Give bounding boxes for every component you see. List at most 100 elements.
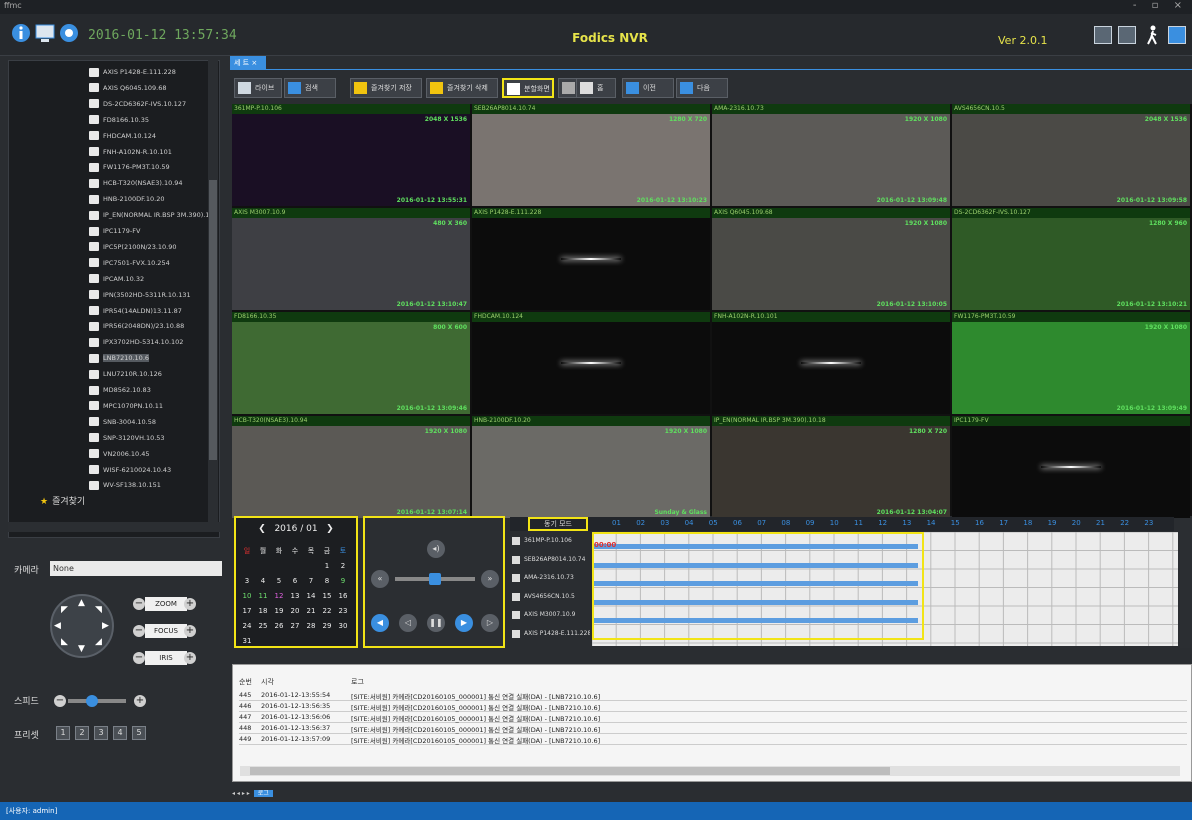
speed-minus-button[interactable]: −: [54, 695, 66, 707]
timeline-camera[interactable]: AVS4656CN.10.5: [510, 588, 590, 606]
tree-item[interactable]: IPR56(2048DN)/23.10.88: [89, 319, 184, 333]
video-cell[interactable]: AMA-2316.10.73 1920 X 1080 2016-01-12 13:0…: [712, 104, 950, 206]
calendar-day[interactable]: 2: [336, 562, 350, 570]
tree-item[interactable]: IP_EN(NORMAL IR.BSP 3M.390).10.: [89, 208, 216, 222]
tree-item[interactable]: LNB7210.10.6: [89, 351, 150, 365]
layout-small-button[interactable]: [1094, 26, 1112, 44]
tree-item[interactable]: MD8562.10.83: [89, 383, 151, 397]
tree-item[interactable]: HNB-2100DF.10.20: [89, 192, 164, 206]
focus-minus-button[interactable]: −: [133, 625, 145, 637]
tree-item[interactable]: FD8166.10.35: [89, 113, 149, 127]
tree-item[interactable]: SNB-3004.10.58: [89, 415, 156, 429]
calendar-day[interactable]: 30: [336, 622, 350, 630]
next-button[interactable]: 다음: [676, 78, 728, 98]
step-forward-icon[interactable]: ▷: [481, 614, 499, 632]
video-cell[interactable]: AXIS Q6045.109.68 1920 X 1080 2016-01-12 1…: [712, 208, 950, 310]
video-cell[interactable]: HCB-T320(NSAE3).10.94 1920 X 1080 2016-01-…: [232, 416, 470, 518]
tree-item[interactable]: IPR54(14ALDN)13.11.87: [89, 304, 182, 318]
tree-item[interactable]: IPC5P(2100N/23.10.90: [89, 240, 177, 254]
checkbox[interactable]: [512, 537, 520, 545]
video-cell[interactable]: IP_EN(NORMAL IR.BSP 3M.390).10.18 1280 X …: [712, 416, 950, 518]
log-row[interactable]: 449 2016-01-12-13:57:09 [SITE:서비원] 카메라[CD2…: [239, 735, 1187, 745]
log-row[interactable]: 447 2016-01-12-13:56:06 [SITE:서비원] 카메라[CD2…: [239, 713, 1187, 723]
speed-plus-button[interactable]: +: [134, 695, 146, 707]
tree-item[interactable]: FW1176-PM3T.10.59: [89, 160, 170, 174]
settings-gear-icon[interactable]: [58, 22, 80, 44]
calendar-day[interactable]: 15: [320, 592, 334, 600]
video-cell[interactable]: AVS4656CN.10.5 2048 X 1536 2016-01-12 13:0…: [952, 104, 1190, 206]
timeline-camera[interactable]: AMA-2316.10.73: [510, 569, 590, 587]
video-cell[interactable]: DS-2CD6362F-IVS.10.127 1280 X 960 2016-01-…: [952, 208, 1190, 310]
tree-item[interactable]: IPC7501-FVX.10.254: [89, 256, 170, 270]
tab-main[interactable]: 세 트 ×: [230, 56, 266, 70]
video-cell[interactable]: FHDCAM.10.124: [472, 312, 710, 414]
audio-icon[interactable]: ◂): [427, 540, 445, 558]
calendar-day[interactable]: 10: [240, 592, 254, 600]
split-screen-button[interactable]: 분할화면: [502, 78, 554, 98]
prev-month-icon[interactable]: ❮: [258, 524, 266, 534]
iris-plus-button[interactable]: +: [184, 652, 196, 664]
calendar-day[interactable]: 5: [272, 577, 286, 585]
calendar-day[interactable]: 22: [320, 607, 334, 615]
calendar-day[interactable]: 3: [240, 577, 254, 585]
calendar-day[interactable]: 7: [304, 577, 318, 585]
calendar-day[interactable]: 14: [304, 592, 318, 600]
info-user-icon[interactable]: [10, 22, 32, 44]
timeline-camera[interactable]: AXIS M3007.10.9: [510, 606, 590, 624]
tree-item[interactable]: LNU7210R.10.126: [89, 367, 162, 381]
log-row[interactable]: 448 2016-01-12-13:56:37 [SITE:서비원] 카메라[CD2…: [239, 724, 1187, 734]
tree-item[interactable]: DS-2CD6362F-IVS.10.127: [89, 97, 186, 111]
timeline-camera[interactable]: AXIS P1428-E.111.228: [510, 625, 590, 643]
calendar-day[interactable]: 24: [240, 622, 254, 630]
calendar-day[interactable]: 4: [256, 577, 270, 585]
preset-button[interactable]: 3: [94, 726, 108, 740]
video-cell[interactable]: AXIS M3007.10.9 480 X 360 2016-01-12 13:10…: [232, 208, 470, 310]
tree-item[interactable]: IPCAM.10.32: [89, 272, 144, 286]
zoom-plus-button[interactable]: +: [184, 598, 196, 610]
tree-item[interactable]: WV-SF138.10.151: [89, 478, 161, 492]
calendar-day[interactable]: 23: [336, 607, 350, 615]
timeline-scrollbar[interactable]: [1180, 518, 1192, 648]
timeline-camera[interactable]: 361MP-P.10.106: [510, 532, 590, 550]
video-cell[interactable]: IPC1179-FV: [952, 416, 1190, 518]
tree-item[interactable]: MPC1070PN.10.11: [89, 399, 163, 413]
tree-item[interactable]: VN2006.10.45: [89, 447, 150, 461]
calendar-day[interactable]: 29: [320, 622, 334, 630]
checkbox[interactable]: [512, 574, 520, 582]
play-icon[interactable]: ▶: [455, 614, 473, 632]
tree-item[interactable]: WISF-6210024.10.43: [89, 463, 171, 477]
calendar-day[interactable]: 11: [256, 592, 270, 600]
person-walk-icon[interactable]: [1142, 24, 1164, 46]
tree-favorites[interactable]: ★ 즐겨찾기: [40, 494, 85, 507]
window-controls[interactable]: - ▫ ×: [1133, 0, 1188, 11]
video-cell[interactable]: FD8166.10.35 800 X 600 2016-01-12 13:09:46: [232, 312, 470, 414]
calendar-day[interactable]: 17: [240, 607, 254, 615]
focus-plus-button[interactable]: +: [184, 625, 196, 637]
calendar-day[interactable]: 18: [256, 607, 270, 615]
ptz-left-icon[interactable]: ◀: [54, 621, 61, 631]
favorite-save-button[interactable]: 즐겨찾기 저장: [350, 78, 422, 98]
calendar-day[interactable]: 26: [272, 622, 286, 630]
preset-button[interactable]: 5: [132, 726, 146, 740]
ptz-upright-icon[interactable]: ◥: [95, 605, 102, 615]
tree-item[interactable]: FNH-A102N-R.10.101: [89, 145, 172, 159]
tree-item[interactable]: IPC1179-FV: [89, 224, 140, 238]
ptz-down-icon[interactable]: ▼: [78, 644, 85, 654]
log-hscrollbar[interactable]: [240, 766, 1180, 776]
video-cell[interactable]: SEB26AP8014.10.74 1280 X 720 2016-01-12 13…: [472, 104, 710, 206]
calendar-day[interactable]: 16: [336, 592, 350, 600]
tree-item[interactable]: AXIS P1428-E.111.228: [89, 65, 176, 79]
calendar-day[interactable]: 8: [320, 577, 334, 585]
calendar-day[interactable]: 6: [288, 577, 302, 585]
camera-field[interactable]: None: [50, 561, 222, 576]
fastforward-icon[interactable]: »: [481, 570, 499, 588]
sync-mode-button[interactable]: 동기 모드: [528, 517, 588, 531]
checkbox[interactable]: [512, 629, 520, 638]
search-button[interactable]: 검색: [284, 78, 336, 98]
video-cell[interactable]: 361MP-P.10.106 2048 X 1536 2016-01-12 13:5…: [232, 104, 470, 206]
log-row[interactable]: 446 2016-01-12-13:56:35 [SITE:서비원] 카메라[CD2…: [239, 702, 1187, 712]
log-row[interactable]: 445 2016-01-12-13:55:54 [SITE:서비원] 카메라[CD2…: [239, 691, 1187, 701]
live-button[interactable]: 라이브: [234, 78, 282, 98]
video-cell[interactable]: FNH-A102N-R.10.101: [712, 312, 950, 414]
calendar-day[interactable]: 20: [288, 607, 302, 615]
